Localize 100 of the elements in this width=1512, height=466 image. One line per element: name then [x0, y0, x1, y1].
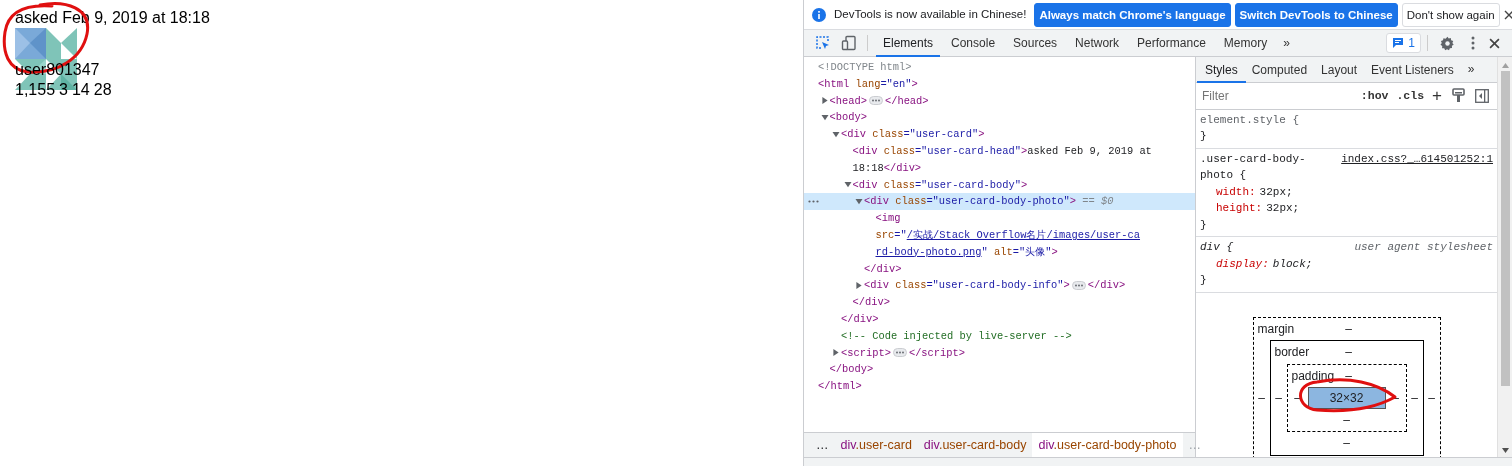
code-text: </script>: [908, 346, 965, 359]
scrollbar[interactable]: [1497, 57, 1512, 457]
code-text: " alt="头像">: [981, 245, 1058, 258]
css-property: display:: [1215, 256, 1269, 272]
more-tabs-button[interactable]: »: [1275, 29, 1298, 57]
language-button[interactable]: Switch DevTools to Chinese: [1234, 2, 1398, 27]
css-selector: .user-card-body-photo {: [1200, 151, 1307, 183]
panel-tab[interactable]: Console: [944, 29, 1003, 57]
panel-tab[interactable]: Elements: [876, 29, 941, 57]
settings-icon[interactable]: [1440, 35, 1455, 51]
panel-tab[interactable]: Memory: [1216, 29, 1275, 57]
stat-count: 1,155: [15, 81, 56, 98]
tree-row[interactable]: </div>: [804, 310, 1195, 328]
tree-row[interactable]: <div class="user-card-head">asked Feb 9, 2019 at 18:18</div>: [804, 143, 1195, 177]
sidebar-tab[interactable]: Event Listeners: [1363, 57, 1462, 83]
closing-brace: }: [1200, 273, 1208, 288]
breadcrumb-more[interactable]: …: [810, 433, 835, 457]
ellipsis-icon[interactable]: [892, 348, 907, 358]
tree-row[interactable]: <html lang="en">: [804, 75, 1195, 93]
class-button[interactable]: .cls: [1392, 87, 1429, 105]
stat-count: 28: [93, 81, 112, 98]
tree-row[interactable]: </html>: [804, 378, 1195, 395]
tree-row[interactable]: <script> </script>: [804, 344, 1195, 362]
device-icon[interactable]: [841, 35, 857, 51]
box-label: margin: [1257, 320, 1296, 338]
box-value: –: [1275, 389, 1282, 407]
paint-roller-icon[interactable]: [1452, 88, 1465, 104]
box-value: –: [1345, 320, 1352, 338]
tree-row[interactable]: <body>: [804, 109, 1195, 127]
box-value: –: [1345, 344, 1352, 361]
breadcrumb-item[interactable]: div.user-card-body-photo: [1032, 433, 1183, 457]
sidebar-tab[interactable]: Styles: [1197, 57, 1246, 83]
css-selector: div {: [1200, 240, 1234, 255]
expand-icon[interactable]: [854, 282, 864, 290]
code-text: <div class="user-card-body-photo"> == $0: [864, 195, 1114, 208]
code-text: <div class="user-card-body-info">: [864, 279, 1070, 292]
breadcrumb-item[interactable]: div.user-card-body: [917, 433, 1033, 457]
code-text: <html lang="en">: [818, 77, 918, 90]
tree-row[interactable]: <!-- Code injected by live-server -->: [804, 327, 1195, 345]
ellipsis-icon[interactable]: [1071, 281, 1086, 291]
collapse-icon[interactable]: [842, 181, 853, 189]
sidebar-toggle-icon[interactable]: [1475, 88, 1489, 103]
more-tabs-button[interactable]: »: [1459, 57, 1483, 83]
code-text: </head>: [884, 94, 929, 107]
tree-row[interactable]: <div class="user-card">: [804, 126, 1195, 143]
code-text: <!-- Code injected by live-server -->: [841, 329, 1072, 342]
tree-row[interactable]: </div>: [804, 260, 1195, 278]
language-button[interactable]: Don't show again: [1401, 2, 1500, 27]
breadcrumb-item[interactable]: div.user-card: [834, 433, 918, 457]
code-text: <!DOCTYPE html>: [818, 61, 912, 73]
panel-tab[interactable]: Sources: [1006, 29, 1065, 57]
sidebar-tab[interactable]: Layout: [1313, 57, 1366, 83]
tree-row[interactable]: <div class="user-card-body">: [804, 176, 1195, 194]
scroll-down-icon[interactable]: [1501, 448, 1509, 453]
box-value: –: [1411, 389, 1418, 407]
sidebar-tab[interactable]: Computed: [1243, 57, 1316, 83]
hover-state-button[interactable]: :hov: [1356, 87, 1393, 105]
issues-button[interactable]: 1: [1386, 33, 1421, 53]
link[interactable]: /实战/Stack Overflow名片/images/user-ca: [906, 228, 1140, 241]
code-text: <div class="user-card">: [841, 128, 985, 141]
box-label: border: [1274, 344, 1311, 361]
tree-row[interactable]: <!DOCTYPE html>: [804, 59, 1195, 76]
panel-tab[interactable]: Performance: [1130, 29, 1213, 57]
code-text: </html>: [818, 380, 862, 393]
tree-row[interactable]: <div class="user-card-body-photo"> == $0: [804, 193, 1195, 211]
close-icon[interactable]: [1503, 9, 1512, 20]
language-button[interactable]: Always match Chrome's language: [1034, 2, 1231, 27]
css-property: height:: [1215, 201, 1263, 216]
css-property: width:: [1215, 184, 1256, 200]
code-text: </div>: [1087, 279, 1126, 292]
info-message: DevTools is now available in Chinese!: [834, 6, 1027, 22]
ellipsis-icon[interactable]: [868, 96, 883, 106]
info-icon: [812, 7, 826, 22]
collapse-icon[interactable]: [831, 130, 841, 138]
stat-count: 14: [71, 81, 90, 98]
tree-row[interactable]: <head> </head>: [804, 92, 1195, 110]
stylesheet-link[interactable]: index.css?_…614501252:1: [1341, 150, 1493, 184]
code-text: </div>: [864, 262, 902, 275]
inspect-icon[interactable]: [815, 35, 831, 51]
expand-icon[interactable]: [819, 97, 830, 105]
collapse-icon[interactable]: [854, 198, 864, 206]
expand-icon[interactable]: [831, 349, 841, 357]
tree-row[interactable]: </body>: [804, 361, 1195, 379]
css-value: 32px;: [1266, 201, 1300, 216]
tree-row[interactable]: </div>: [804, 294, 1195, 311]
code-text: <div class="user-card-body">: [852, 178, 1028, 191]
code-text: </div>: [852, 296, 890, 309]
tree-row[interactable]: <div class="user-card-body-info"> </div>: [804, 277, 1195, 295]
more-icon[interactable]: [808, 200, 819, 204]
closing-brace: }: [1200, 217, 1208, 233]
link[interactable]: rd-body-photo.png: [875, 245, 982, 258]
code-text: </body>: [829, 363, 874, 376]
css-value: block;: [1272, 256, 1313, 272]
collapse-icon[interactable]: [819, 114, 830, 122]
code-text: <body>: [829, 111, 867, 124]
new-rule-button[interactable]: +: [1428, 83, 1446, 109]
tree-row[interactable]: <img src="/实战/Stack Overflow名片/images/user-ca rd-body-photo.png" alt="头像">: [804, 210, 1195, 261]
menu-icon[interactable]: [1471, 36, 1475, 50]
close-icon[interactable]: [1489, 37, 1500, 49]
panel-tab[interactable]: Network: [1068, 29, 1127, 57]
